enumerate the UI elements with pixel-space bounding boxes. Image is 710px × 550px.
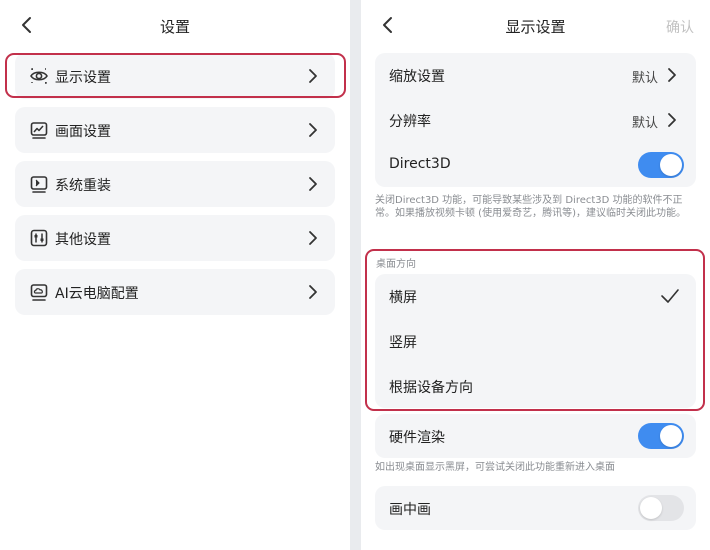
menu-item-label: AI云电脑配置 bbox=[55, 286, 139, 302]
pip-toggle[interactable] bbox=[638, 495, 684, 521]
scale-setting-row[interactable]: 缩放设置 默认 bbox=[375, 53, 696, 97]
menu-item-ai-cloud-config[interactable]: AI云电脑配置 bbox=[15, 269, 335, 315]
menu-item-label: 画面设置 bbox=[55, 124, 111, 140]
display-settings-panel: 显示设置 确认 缩放设置 默认 分辨率 默认 Direct3D 关闭Direct… bbox=[361, 0, 710, 550]
resolution-value: 默认 bbox=[631, 116, 658, 131]
pip-label: 画中画 bbox=[389, 502, 431, 518]
direct3d-label: Direct3D bbox=[389, 156, 451, 172]
page-title: 显示设置 bbox=[505, 18, 566, 36]
scale-setting-label: 缩放设置 bbox=[389, 69, 445, 85]
chevron-right-icon bbox=[309, 285, 317, 299]
confirm-button[interactable]: 确认 bbox=[666, 17, 694, 37]
highlight-box bbox=[5, 53, 346, 98]
picture-icon bbox=[30, 122, 48, 139]
chevron-right-icon bbox=[309, 177, 317, 191]
hardware-render-row: 硬件渲染 bbox=[375, 414, 696, 458]
settings-header: 设置 bbox=[0, 0, 350, 52]
highlight-box bbox=[365, 249, 705, 411]
hardware-render-label: 硬件渲染 bbox=[389, 430, 445, 446]
resolution-setting-row[interactable]: 分辨率 默认 bbox=[375, 98, 696, 142]
menu-item-other-settings[interactable]: 其他设置 bbox=[15, 215, 335, 261]
direct3d-note: 关闭Direct3D 功能，可能导致某些涉及到 Direct3D 功能的软件不正… bbox=[375, 195, 686, 219]
direct3d-toggle[interactable] bbox=[638, 152, 684, 178]
chevron-right-icon bbox=[309, 231, 317, 245]
scale-setting-value: 默认 bbox=[631, 71, 658, 86]
chevron-right-icon bbox=[668, 113, 676, 127]
settings-panel: 设置 显示设置 画面设置 系统重装 其他设置 AI云电脑配置 bbox=[0, 0, 350, 550]
page-title: 设置 bbox=[159, 18, 190, 36]
hardware-render-toggle[interactable] bbox=[638, 423, 684, 449]
sliders-icon bbox=[30, 229, 48, 247]
cloud-computer-icon bbox=[30, 284, 48, 301]
chevron-right-icon bbox=[668, 68, 676, 82]
toggle-knob bbox=[660, 425, 682, 447]
pip-row: 画中画 bbox=[375, 486, 696, 530]
display-options-card: 缩放设置 默认 分辨率 默认 Direct3D bbox=[375, 53, 696, 187]
menu-item-picture-settings[interactable]: 画面设置 bbox=[15, 107, 335, 153]
system-reinstall-icon bbox=[30, 176, 48, 193]
menu-item-label: 系统重装 bbox=[55, 178, 111, 194]
menu-item-system-reinstall[interactable]: 系统重装 bbox=[15, 161, 335, 207]
resolution-label: 分辨率 bbox=[389, 114, 431, 130]
hardware-render-note: 如出现桌面显示黑屏，可尝试关闭此功能重新进入桌面 bbox=[375, 462, 615, 473]
direct3d-row: Direct3D bbox=[375, 143, 696, 187]
chevron-right-icon bbox=[309, 123, 317, 137]
hardware-render-card: 硬件渲染 bbox=[375, 414, 696, 458]
menu-item-label: 其他设置 bbox=[55, 232, 111, 248]
toggle-knob bbox=[640, 497, 662, 519]
toggle-knob bbox=[660, 154, 682, 176]
pip-card: 画中画 bbox=[375, 486, 696, 530]
display-settings-header: 显示设置 确认 bbox=[361, 0, 710, 52]
